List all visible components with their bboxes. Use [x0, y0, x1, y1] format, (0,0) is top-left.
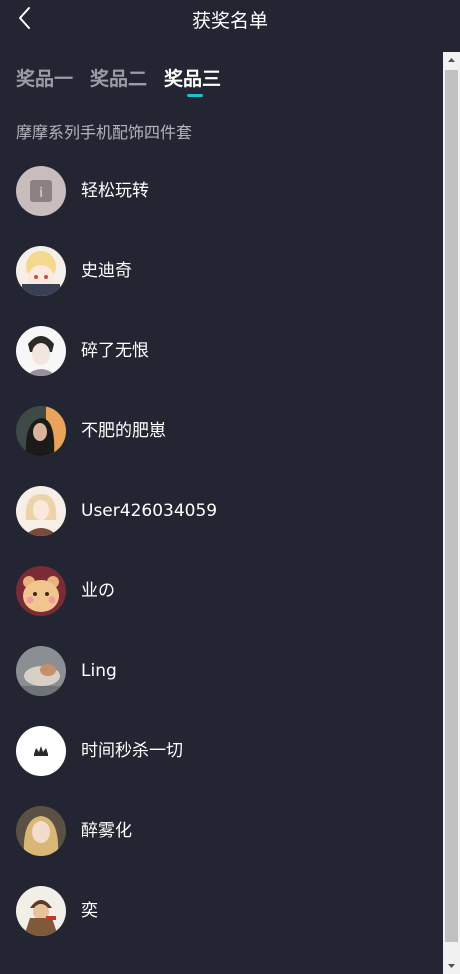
list-item: 时间秒杀一切 — [16, 726, 436, 806]
header: 获奖名单 — [0, 0, 460, 36]
prize-name: 摩摩系列手机配饰四件套 — [16, 123, 193, 142]
avatar: i — [16, 166, 66, 216]
tab-prize-2[interactable]: 奖品二 — [90, 64, 147, 100]
avatar — [16, 326, 66, 376]
winner-name: 史迪奇 — [81, 261, 132, 281]
tab-underline — [187, 94, 204, 97]
avatar — [16, 486, 66, 536]
winner-name: 业の — [81, 581, 115, 601]
winner-name: 碎了无恨 — [81, 341, 149, 361]
winner-name: User426034059 — [81, 501, 218, 521]
winner-name: 奕 — [81, 901, 98, 921]
avatar — [16, 646, 66, 696]
list-item: 不肥的肥崽 — [16, 406, 436, 486]
avatar — [16, 406, 66, 456]
winner-name: 醉雾化 — [81, 821, 132, 841]
scroll-up-arrow-icon[interactable] — [443, 52, 460, 69]
scrollbar-thumb[interactable] — [445, 70, 458, 942]
list-item: 奕 — [16, 886, 436, 966]
list-item: User426034059 — [16, 486, 436, 566]
list-item: 业の — [16, 566, 436, 646]
winner-name: 时间秒杀一切 — [81, 741, 183, 761]
winner-name: 不肥的肥崽 — [81, 421, 166, 441]
scroll-down-arrow-icon[interactable] — [443, 957, 460, 974]
tab-label: 奖品一 — [16, 68, 74, 90]
list-item: 醉雾化 — [16, 806, 436, 886]
prize-tabs: 奖品一 奖品二 奖品三 — [16, 64, 221, 100]
avatar — [16, 566, 66, 616]
winner-name: 轻松玩转 — [81, 181, 149, 201]
scrollbar[interactable] — [443, 52, 460, 974]
list-item: i 轻松玩转 — [16, 166, 436, 246]
svg-text:i: i — [39, 186, 43, 201]
list-item: 碎了无恨 — [16, 326, 436, 406]
tab-prize-3[interactable]: 奖品三 — [164, 64, 221, 100]
tab-label: 奖品三 — [164, 68, 222, 90]
winner-list: i 轻松玩转 史迪奇 碎了无恨 不肥的肥崽 User426034059 业の L… — [16, 166, 436, 966]
tab-prize-1[interactable]: 奖品一 — [16, 64, 73, 100]
avatar — [16, 726, 66, 776]
page-title: 获奖名单 — [191, 10, 268, 32]
avatar — [16, 246, 66, 296]
tab-label: 奖品二 — [90, 68, 148, 90]
avatar — [16, 806, 66, 856]
winner-name: Ling — [81, 661, 117, 681]
list-item: Ling — [16, 646, 436, 726]
list-item: 史迪奇 — [16, 246, 436, 326]
avatar — [16, 886, 66, 936]
